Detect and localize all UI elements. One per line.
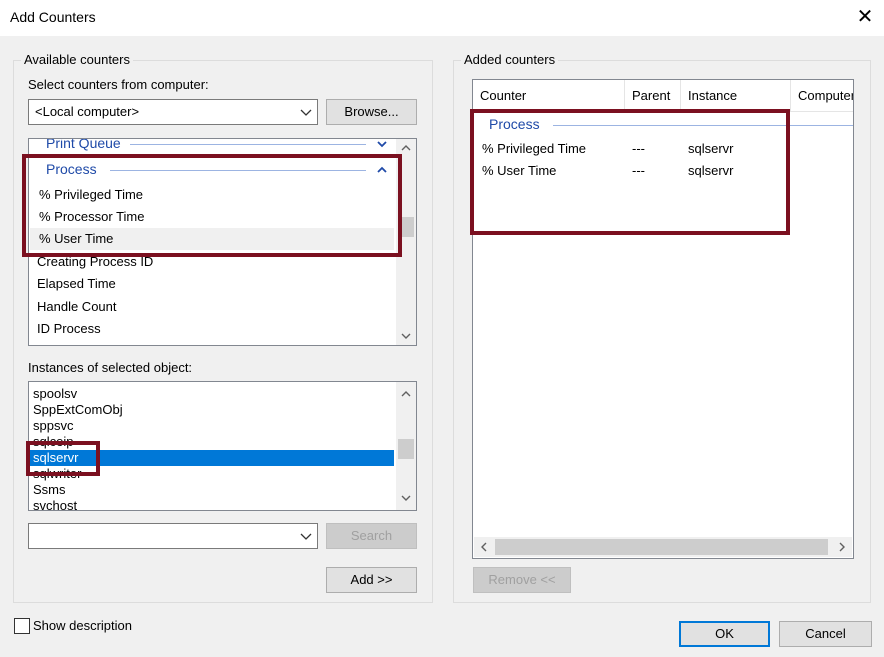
show-description-label[interactable]: Show description [33,618,132,633]
counter-item[interactable]: ID Process [37,318,101,340]
cancel-button[interactable]: Cancel [779,621,872,647]
counter-item[interactable]: Handle Count [37,296,117,318]
column-header-instance[interactable]: Instance [681,80,791,112]
column-header-counter[interactable]: Counter [473,80,625,112]
object-header-print-queue[interactable]: Print Queue [30,138,394,155]
ok-button[interactable]: OK [679,621,770,647]
show-description-checkbox[interactable] [14,618,30,634]
scroll-thumb[interactable] [495,539,828,555]
close-icon[interactable]: ✕ [850,4,880,30]
remove-button[interactable]: Remove << [473,567,571,593]
scroll-down-icon[interactable] [399,329,413,343]
scroll-down-icon[interactable] [399,491,413,505]
instances-label: Instances of selected object: [28,360,193,375]
scroll-up-icon[interactable] [399,141,413,155]
instance-item[interactable]: spoolsv [30,386,394,402]
object-header-label: Print Queue [46,138,121,151]
add-button[interactable]: Add >> [326,567,417,593]
scroll-thumb[interactable] [398,439,414,459]
instance-item[interactable]: SppExtComObj [30,402,394,418]
window-title: Add Counters [10,9,96,25]
column-header-row: Counter Parent Instance Computer [473,80,853,112]
browse-button[interactable]: Browse... [326,99,417,125]
instance-item[interactable]: svchost [30,498,394,510]
scroll-up-icon[interactable] [399,387,413,401]
instance-item[interactable]: sppsvc [30,418,394,434]
highlight-process-counters [22,154,402,257]
available-counters-title: Available counters [21,52,133,67]
select-computer-label: Select counters from computer: [28,77,209,92]
search-combo[interactable] [28,523,318,549]
scroll-right-icon[interactable] [835,540,849,554]
highlight-selected-instance [26,441,100,476]
chevron-down-icon[interactable] [376,138,388,150]
computer-combo[interactable]: <Local computer> [28,99,318,125]
highlight-added-counters [470,109,790,235]
scroll-left-icon[interactable] [477,540,491,554]
instances-list-scrollbar[interactable] [396,382,416,510]
column-header-parent[interactable]: Parent [625,80,681,112]
search-button[interactable]: Search [326,523,417,549]
chevron-down-icon [300,533,312,540]
counter-item[interactable]: Elapsed Time [37,273,116,295]
title-bar [0,0,884,36]
column-header-computer[interactable]: Computer [791,80,853,112]
added-counters-title: Added counters [461,52,559,67]
computer-combo-value: <Local computer> [35,104,140,119]
chevron-down-icon [300,109,312,116]
instance-item[interactable]: Ssms [30,482,394,498]
added-list-hscrollbar[interactable] [474,537,852,557]
